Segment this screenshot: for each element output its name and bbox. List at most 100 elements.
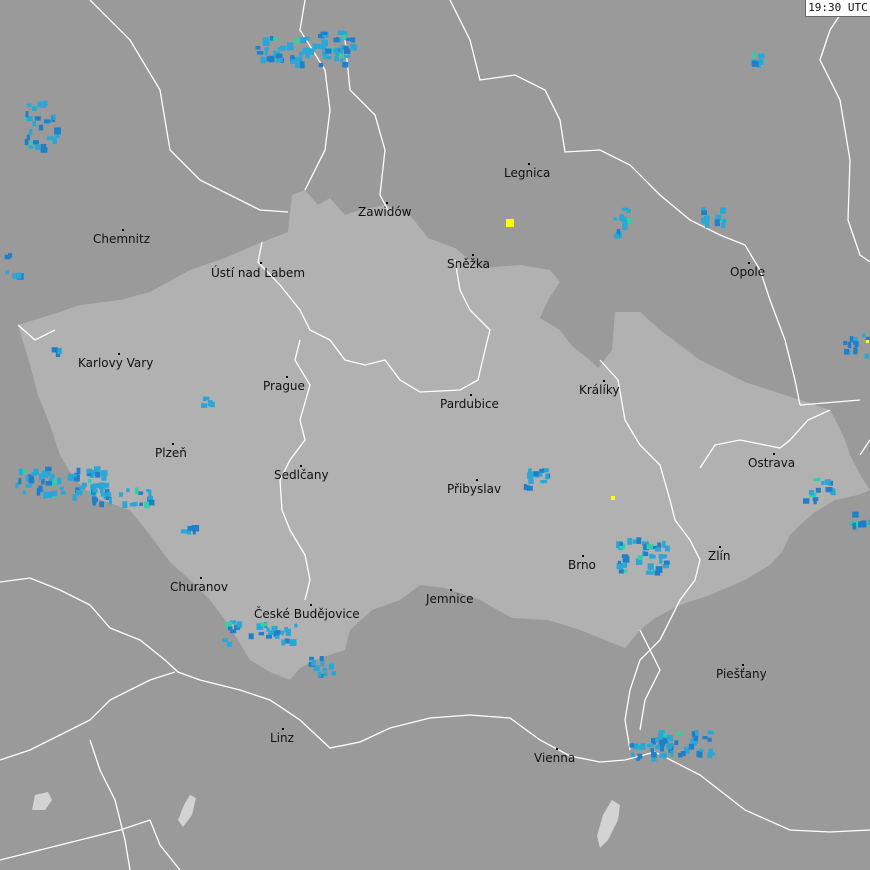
city-marker [773,453,775,455]
radar-echo [102,482,110,488]
city-label: Legnica [504,166,551,180]
radar-echo [647,743,654,748]
radar-echo [201,403,208,408]
radar-echo [137,491,144,495]
radar-echo [636,537,642,544]
radar-echo [284,638,290,644]
radar-echo [651,751,657,758]
radar-echo [260,56,266,64]
city-label: Ústí nad Labem [211,266,306,280]
radar-echo [830,491,836,496]
city-label: Churanov [170,580,228,594]
radar-echo [321,39,326,47]
radar-echo [812,497,819,501]
radar-echo [854,341,859,348]
radar-echo [122,501,128,508]
radar-echo [28,145,33,149]
radar-echo [323,672,328,677]
radar-echo [342,62,349,68]
radar-echo [864,353,869,359]
radar-echo [623,562,628,568]
radar-echo [618,569,625,574]
radar-echo [533,471,539,477]
radar-echo [666,742,673,747]
radar-echo [344,49,351,54]
radar-echo [86,468,93,474]
city-marker [300,465,302,467]
radar-echo [708,748,713,753]
radar-echo [658,730,665,734]
radar-echo [44,119,51,123]
radar-echo [627,537,632,545]
radar-echo [616,563,623,570]
city-marker [719,546,721,548]
radar-echo [539,468,545,473]
radar-echo [853,347,858,355]
radar-echo [322,667,327,672]
radar-echo [230,629,237,634]
radar-echo [79,486,86,490]
radar-echo [702,736,708,740]
radar-echo [527,472,533,480]
radar-echo [295,62,300,68]
radar-echo [331,671,336,676]
radar-echo [657,542,662,548]
lightning-strike [611,496,615,500]
radar-echo [59,486,64,490]
radar-echo [333,37,337,43]
radar-echo [119,492,123,497]
city-marker [118,353,120,355]
city-marker [200,577,202,579]
radar-echo [126,488,130,493]
city-label: Ostrava [748,456,796,470]
radar-echo [655,744,661,750]
radar-echo [808,490,815,495]
radar-echo [339,48,344,54]
radar-echo [317,671,322,677]
radar-echo [752,60,759,67]
radar-echo [315,43,323,49]
radar-echo [255,46,261,50]
radar-echo [335,51,340,57]
radar-echo [305,51,310,59]
city-marker [282,728,284,730]
radar-echo [27,103,32,108]
radar-echo [61,490,66,495]
radar-echo [847,341,852,349]
radar-echo [18,468,23,476]
radar-echo [655,737,659,743]
radar-echo [268,630,274,636]
radar-echo [91,497,97,502]
radar-echo [28,129,33,135]
radar-echo [304,36,310,41]
city-marker [172,443,174,445]
radar-echo [57,477,62,485]
city-marker [556,748,558,750]
radar-echo [758,53,765,59]
radar-echo [52,114,56,120]
radar-echo [647,563,654,571]
radar-echo [95,472,101,478]
radar-echo [286,45,294,51]
radar-echo [843,340,848,346]
radar-echo [626,209,631,213]
radar-echo [853,337,858,341]
radar-echo [222,638,228,643]
lightning-strike [506,219,514,227]
radar-echo [613,217,617,221]
radar-echo [528,468,532,473]
radar-echo [40,147,48,153]
radar-echo [674,740,679,746]
radar-echo [266,634,272,639]
radar-echo [651,757,657,762]
radar-echo [309,48,315,55]
radar-echo [248,633,254,640]
radar-echo [41,471,49,478]
city-label: Sedlčany [274,468,329,482]
city-label: Karlovy Vary [78,356,154,370]
city-label: České Budějovice [254,607,360,621]
radar-echo [703,215,710,219]
radar-echo [289,639,297,646]
city-label: Králíky [579,383,620,397]
radar-echo [621,554,629,558]
